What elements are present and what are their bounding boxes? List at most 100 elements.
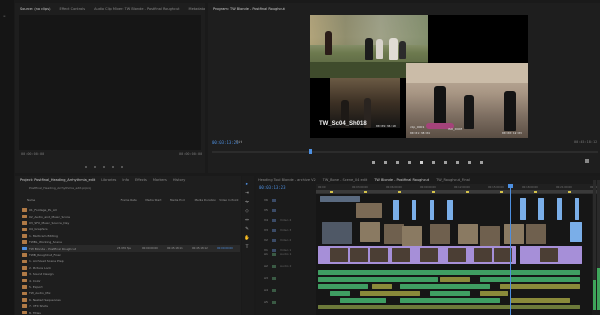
sequence-marker[interactable] [466,191,469,193]
source-transport-controls[interactable] [85,166,135,169]
video-clip-thumbnail[interactable] [330,248,348,262]
track-toggle-icons[interactable] [272,265,276,268]
audio-clip[interactable] [500,284,580,289]
track-header[interactable]: V4 Video 4 [258,218,315,224]
video-clip-thumbnail[interactable] [540,248,558,262]
timeline-timecode[interactable]: 00:03:13:23 [259,185,286,190]
sequence-marker[interactable] [432,191,435,193]
go-to-out-icon[interactable] [444,160,447,164]
tab-libraries[interactable]: Libraries [101,178,116,182]
video-clip[interactable] [520,198,526,220]
source-viewer[interactable] [19,15,201,150]
timeline-playhead-head[interactable] [508,184,513,188]
video-clip-thumbnail[interactable] [392,248,410,262]
video-clip[interactable] [458,224,478,244]
video-clip[interactable] [322,222,352,244]
tab-source[interactable]: Source: (no clips) [20,7,50,11]
program-monitor-frame[interactable]: TW_Sc04_Sh018 00:09:36:10 clip_0001 ISO_… [310,15,528,138]
column-media-start[interactable]: Media Start [145,198,170,203]
sequence-marker[interactable] [500,191,503,193]
audio-clip[interactable] [510,298,570,303]
track-toggle-icons[interactable] [272,229,276,232]
sequence-marker[interactable] [364,191,367,193]
track-header[interactable]: A3 [258,276,315,282]
column-video-in[interactable]: Video In Point [219,198,239,203]
audio-clip[interactable] [318,305,580,309]
video-clip-thumbnail[interactable] [448,248,466,262]
video-clip[interactable] [504,224,524,244]
type-tool-icon[interactable]: T [244,244,250,250]
video-clip[interactable] [526,224,546,244]
track-toggle-icons[interactable] [272,289,276,292]
tab-sequence-1[interactable]: Heading Tool Blonde - archive V2 [258,178,316,182]
program-fit-select[interactable]: Fit [236,140,242,144]
track-header[interactable]: V5 [258,208,315,214]
step-forward-icon[interactable] [432,160,435,164]
program-scrub-bar[interactable] [212,151,598,153]
video-clip-thumbnail[interactable] [474,248,492,262]
tab-sequence-2[interactable]: TW_Bone - Scene_04 edit [323,178,367,182]
ripple-edit-icon[interactable]: ⟛ [244,199,250,205]
column-media-end[interactable]: Media End [170,198,195,203]
track-header[interactable]: A4 [258,288,315,294]
mark-out-icon[interactable] [384,160,387,164]
audio-clip[interactable] [400,284,490,289]
video-clip[interactable] [557,198,562,220]
audio-clip[interactable] [440,277,470,282]
track-header[interactable]: V6 [258,198,315,204]
audio-clip[interactable] [330,291,350,296]
sequence-marker[interactable] [568,191,571,193]
audio-clip[interactable] [318,277,438,282]
track-header[interactable]: A1 Audio 1 [258,252,315,258]
tab-info[interactable]: Info [122,178,129,182]
audio-clip[interactable] [480,291,508,296]
play-icon[interactable] [420,160,423,164]
extract-icon[interactable] [468,160,471,164]
audio-clip[interactable] [372,284,392,289]
sequence-marker[interactable] [398,191,401,193]
timeline-playhead[interactable] [510,185,511,315]
audio-clip[interactable] [400,298,500,303]
tab-audio-clip-mixer[interactable]: Audio Clip Mixer: TW Blonde - Postfinal … [94,7,179,11]
audio-clip[interactable] [340,298,386,303]
audio-clip[interactable] [318,284,368,289]
column-frame-rate[interactable]: Frame Rate [121,198,146,203]
audio-clip[interactable] [480,277,580,282]
track-header[interactable]: V2 Video 2 [258,238,315,244]
video-clip-thumbnail[interactable] [350,248,368,262]
tab-effects[interactable]: Effects [135,178,147,182]
tab-markers[interactable]: Markers [153,178,167,182]
video-clip[interactable] [575,198,579,220]
export-frame-icon[interactable] [480,160,483,164]
hand-tool-icon[interactable]: ✋ [244,235,250,241]
video-clip[interactable] [356,203,382,218]
mark-in-icon[interactable] [372,160,375,164]
work-area-bar[interactable] [316,190,600,193]
video-clip-thumbnail[interactable] [370,248,388,262]
sequence-marker[interactable] [534,191,537,193]
track-select-icon[interactable]: ⇥ [244,190,250,196]
tab-sequence-3[interactable]: TW Blonde - Postfinal Roughcut [374,178,429,182]
video-clip[interactable] [480,226,500,246]
audio-clip[interactable] [430,291,470,296]
track-toggle-icons[interactable] [272,209,276,212]
tab-effect-controls[interactable]: Effect Controls [59,7,85,11]
column-media-duration[interactable]: Media Duration [195,198,220,203]
track-toggle-icons[interactable] [272,199,276,202]
tab-history[interactable]: History [173,178,185,182]
tab-sequence-4[interactable]: TW_Roughcut_Final [436,178,470,182]
selection-tool-icon[interactable]: ▸ [244,181,250,187]
sequence-marker[interactable] [330,191,333,193]
track-toggle-icons[interactable] [272,219,276,222]
razor-tool-icon[interactable]: ◇ [244,208,250,214]
lift-icon[interactable] [456,160,459,164]
video-clip[interactable] [412,200,416,220]
track-header[interactable]: V3 Video 3 [258,228,315,234]
pen-tool-icon[interactable]: ✎ [244,226,250,232]
video-clip[interactable] [360,222,380,242]
video-clip[interactable] [447,200,453,220]
video-clip-thumbnail[interactable] [420,248,438,262]
track-toggle-icons[interactable] [272,277,276,280]
video-clip[interactable] [393,200,399,220]
settings-wrench-icon[interactable] [585,159,589,163]
